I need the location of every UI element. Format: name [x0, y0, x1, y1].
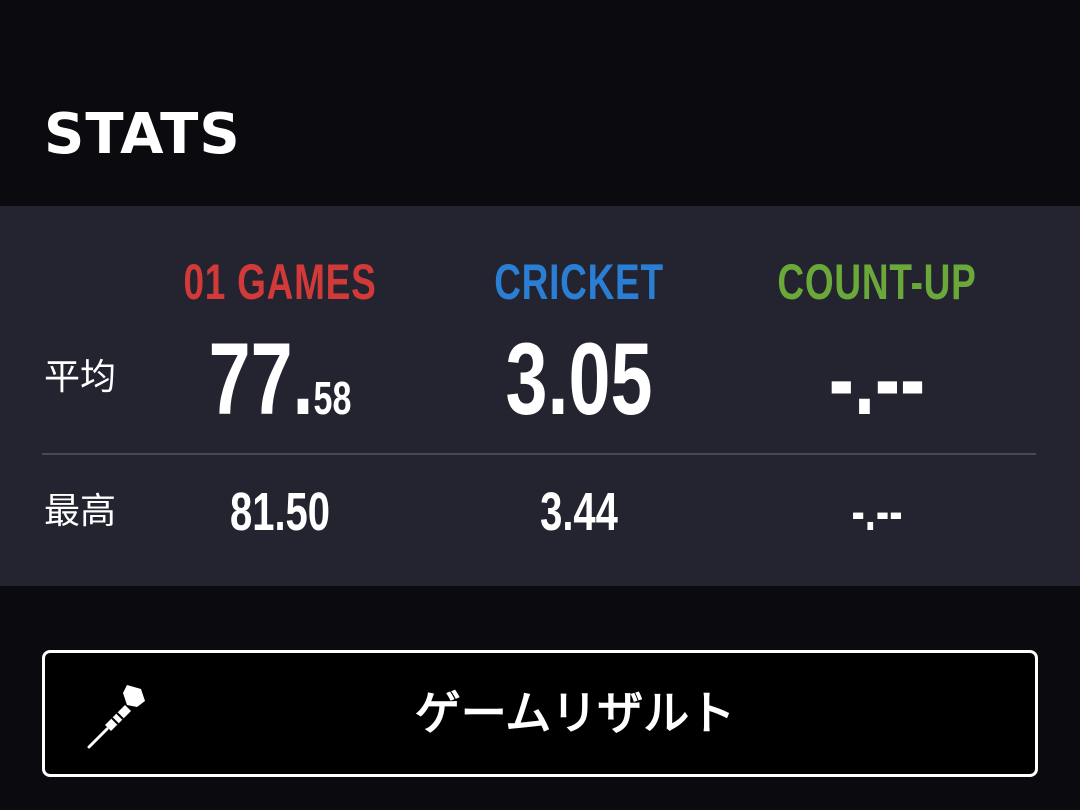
best-count-up: -.--: [851, 482, 903, 542]
average-count-up: -.--: [766, 324, 988, 453]
average-01-games-fraction: 58: [313, 372, 352, 424]
row-label-average: 平均: [44, 357, 117, 398]
stats-panel: 01 GAMES CRICKET COUNT-UP 平均 77.58 3.05 …: [0, 206, 1080, 586]
best-cricket: 3.44: [540, 482, 618, 542]
average-cricket-main: 3.05: [505, 322, 653, 436]
column-header-count-up: COUNT-UP: [777, 254, 977, 310]
average-cricket: 3.05: [468, 324, 690, 453]
column-header-01-games: 01 GAMES: [183, 254, 377, 310]
best-01-games: 81.50: [229, 482, 330, 542]
average-01-games-main: 77.: [208, 322, 314, 436]
column-header-cricket: CRICKET: [494, 254, 664, 310]
game-result-label: ゲームリザルト: [414, 686, 736, 740]
average-count-up-main: -.--: [828, 322, 926, 436]
stats-title: STATS: [44, 102, 241, 167]
row-divider: [42, 453, 1036, 455]
average-01-games: 77.58: [169, 324, 391, 453]
row-label-best: 最高: [44, 491, 117, 532]
game-result-button[interactable]: ゲームリザルト: [42, 650, 1038, 777]
